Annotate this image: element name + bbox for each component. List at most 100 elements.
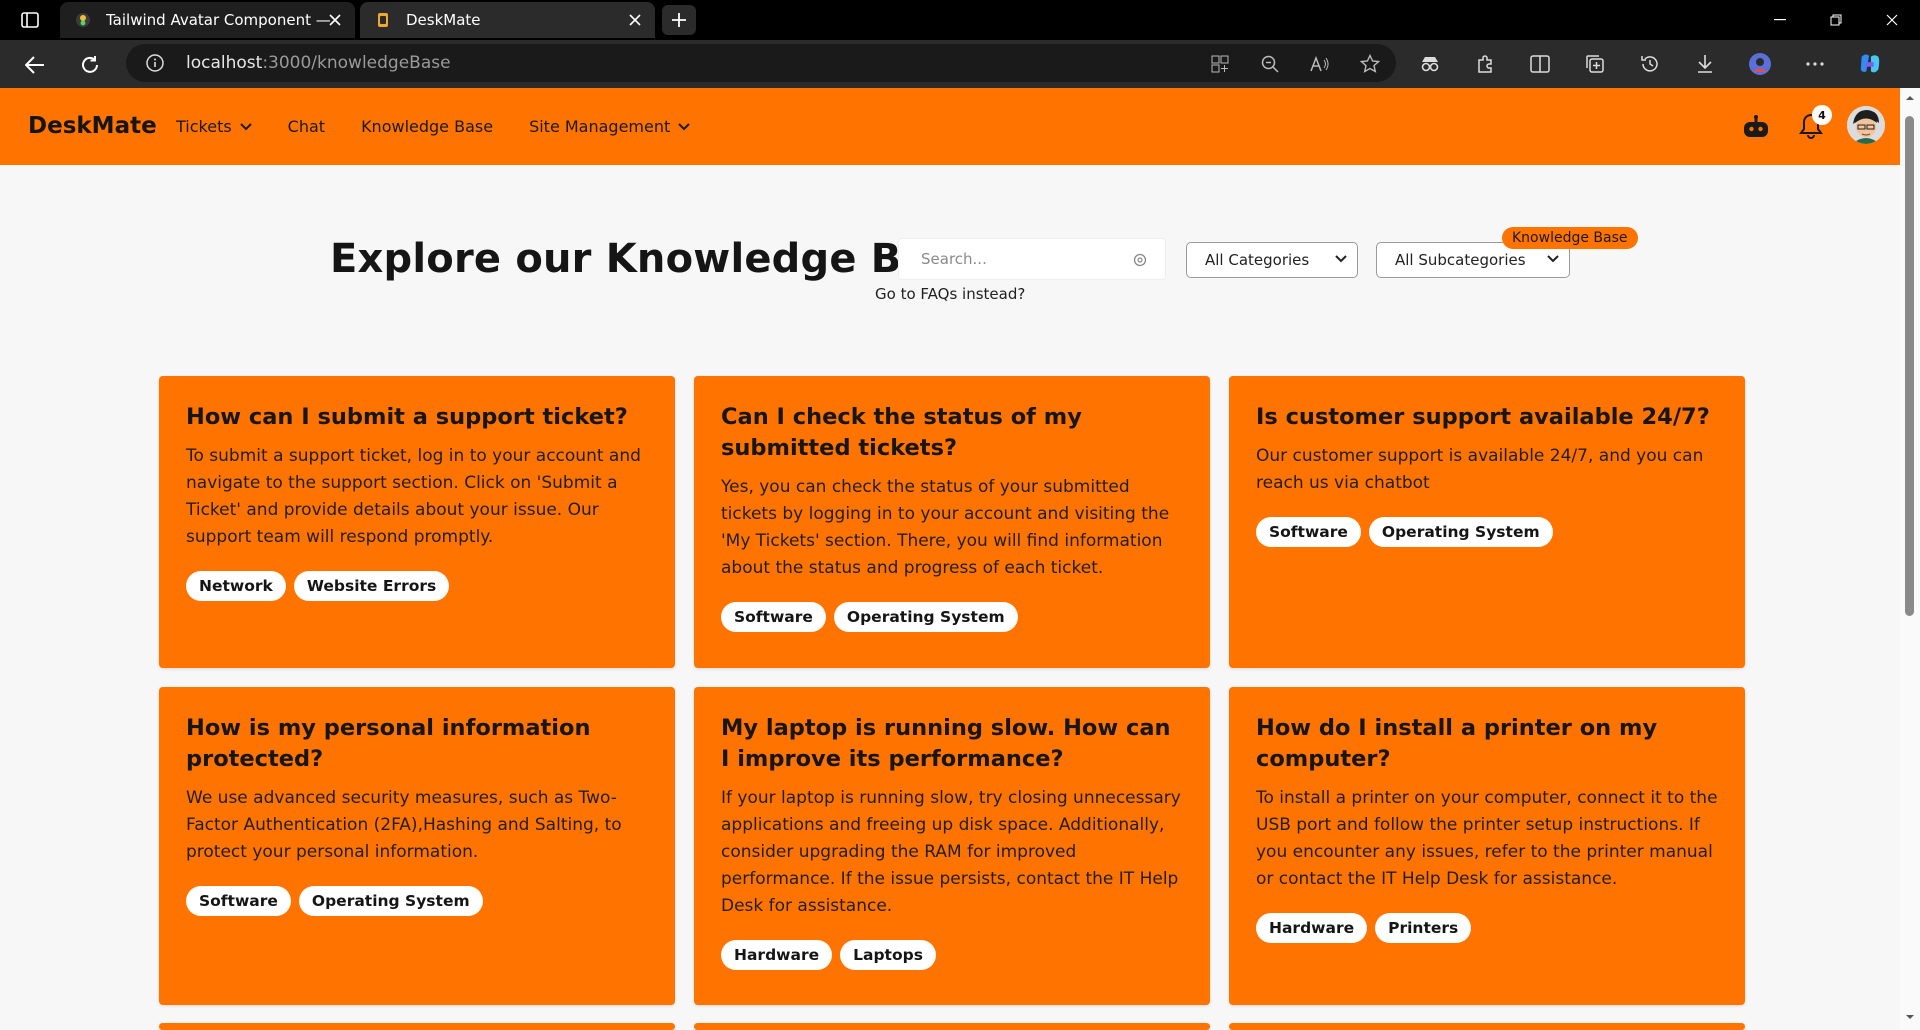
nav-item-site-management[interactable]: Site Management xyxy=(529,117,690,136)
chevron-down-icon xyxy=(678,122,690,130)
card-tags: Network Website Errors xyxy=(186,571,649,601)
tag-pill[interactable]: Software xyxy=(1256,517,1361,547)
close-window-icon[interactable] xyxy=(1864,0,1920,40)
faq-link[interactable]: Go to FAQs instead? xyxy=(875,285,1025,303)
close-tab-icon[interactable] xyxy=(325,10,345,30)
user-avatar[interactable] xyxy=(1847,106,1885,144)
page-title: Explore our Knowledge Base xyxy=(330,236,981,282)
tab-title: Tailwind Avatar Component — Tailwind xyxy=(106,11,331,29)
card-body: We use advanced security measures, such … xyxy=(186,788,622,862)
scrollbar-thumb[interactable] xyxy=(1905,116,1914,616)
nav-label: Knowledge Base xyxy=(361,117,494,136)
more-options-icon[interactable] xyxy=(1803,53,1827,75)
tag-pill[interactable]: Hardware xyxy=(721,940,833,970)
subcategory-select-value: All Subcategories xyxy=(1395,251,1526,269)
card-title: Can I check the status of my submitted t… xyxy=(721,404,1082,461)
read-aloud-icon[interactable] xyxy=(1308,53,1332,75)
card-tags: Software Operating System xyxy=(1256,517,1719,547)
tag-pill[interactable]: Laptops xyxy=(840,940,936,970)
card-body: Yes, you can check the status of your su… xyxy=(721,477,1170,578)
nav-item-chat[interactable]: Chat xyxy=(288,117,325,136)
tag-pill[interactable]: Hardware xyxy=(1256,913,1368,943)
copilot-icon[interactable] xyxy=(1858,53,1882,75)
app-available-icon[interactable] xyxy=(1208,53,1232,75)
tag-pill[interactable]: Website Errors xyxy=(293,571,450,601)
zoom-out-icon[interactable] xyxy=(1258,53,1282,75)
tag-pill[interactable]: Operating System xyxy=(833,602,1018,632)
url-bar[interactable]: localhost:3000/knowledgeBase xyxy=(126,44,1396,82)
plus-icon xyxy=(672,13,686,27)
kb-card[interactable]: How is my personal information protected… xyxy=(159,687,675,1005)
chevron-down-icon xyxy=(1335,255,1347,263)
nav-label: Site Management xyxy=(529,117,671,136)
history-icon[interactable] xyxy=(1638,53,1662,75)
back-arrow-icon[interactable] xyxy=(22,52,48,78)
new-tab-button[interactable] xyxy=(662,5,696,35)
search-icon[interactable] xyxy=(1133,253,1147,267)
kb-card-partial[interactable] xyxy=(694,1023,1210,1030)
category-select-value: All Categories xyxy=(1205,251,1310,269)
collections-icon[interactable] xyxy=(1583,53,1607,75)
downloads-icon[interactable] xyxy=(1693,53,1717,75)
profile-avatar-icon[interactable] xyxy=(1748,53,1772,75)
nav-label: Chat xyxy=(287,117,326,136)
site-info-icon[interactable] xyxy=(146,54,164,72)
window-controls xyxy=(1752,0,1920,40)
card-tags: Software Operating System xyxy=(186,886,649,916)
chevron-down-icon xyxy=(1547,255,1559,263)
scroll-up-icon[interactable] xyxy=(1905,93,1915,103)
url-text[interactable]: localhost:3000/knowledgeBase xyxy=(186,53,451,73)
url-host: localhost xyxy=(186,53,263,73)
tag-pill[interactable]: Software xyxy=(721,602,826,632)
extensions-puzzle-icon[interactable] xyxy=(1473,53,1497,75)
card-tags: Hardware Laptops xyxy=(721,940,1184,970)
browser-tab-deskmate[interactable]: DeskMate xyxy=(360,2,655,38)
chatbot-icon[interactable] xyxy=(1742,115,1770,139)
restore-icon[interactable] xyxy=(1808,0,1864,40)
incognito-extension-icon[interactable] xyxy=(1418,53,1442,75)
card-body: To install a printer on your computer, c… xyxy=(1256,788,1718,889)
card-body: Our customer support is available 24/7, … xyxy=(1256,446,1704,493)
kb-card[interactable]: Can I check the status of my submitted t… xyxy=(694,376,1210,668)
brand-logo[interactable]: DeskMate xyxy=(28,113,157,139)
kb-card[interactable]: Is customer support available 24/7? Our … xyxy=(1229,376,1745,668)
kb-card-partial[interactable] xyxy=(159,1023,675,1030)
app-navbar: DeskMate Tickets Chat Knowledge Base Sit… xyxy=(0,88,1900,165)
minimize-icon[interactable] xyxy=(1752,0,1808,40)
browser-tab-tailwind[interactable]: Tailwind Avatar Component — Tailwind xyxy=(60,2,355,38)
nav-label: Tickets xyxy=(176,117,232,136)
url-path: :3000/knowledgeBase xyxy=(262,53,451,73)
tag-pill[interactable]: Operating System xyxy=(298,886,483,916)
sidebar-toggle-icon[interactable] xyxy=(16,9,44,31)
split-screen-icon[interactable] xyxy=(1528,53,1552,75)
kb-card[interactable]: How do I install a printer on my compute… xyxy=(1229,687,1745,1005)
card-title: How do I install a printer on my compute… xyxy=(1256,715,1658,772)
favorite-star-icon[interactable] xyxy=(1358,53,1382,75)
search-input[interactable] xyxy=(919,249,1123,269)
tag-pill[interactable]: Software xyxy=(186,886,291,916)
tag-pill[interactable]: Network xyxy=(186,571,286,601)
kb-card[interactable]: My laptop is running slow. How can I imp… xyxy=(694,687,1210,1005)
category-select[interactable]: All Categories xyxy=(1186,242,1358,278)
refresh-icon[interactable] xyxy=(77,52,103,78)
tab-title: DeskMate xyxy=(406,11,481,29)
card-body: To submit a support ticket, log in to yo… xyxy=(186,446,641,547)
nav-item-tickets[interactable]: Tickets xyxy=(176,117,252,136)
nav-item-knowledge-base[interactable]: Knowledge Base xyxy=(361,117,493,136)
avatar-illustration-icon xyxy=(1847,106,1885,144)
deskmate-favicon-icon xyxy=(374,11,392,29)
tag-pill[interactable]: Printers xyxy=(1375,913,1472,943)
card-title: How can I submit a support ticket? xyxy=(186,404,628,430)
scroll-down-icon[interactable] xyxy=(1905,1012,1915,1022)
chevron-down-icon xyxy=(239,122,252,130)
page-scrollbar[interactable] xyxy=(1900,88,1920,1030)
tailwind-favicon-icon xyxy=(74,11,92,29)
kb-card-partial[interactable] xyxy=(1229,1023,1745,1030)
card-tags: Hardware Printers xyxy=(1256,913,1719,943)
card-tags: Software Operating System xyxy=(721,602,1184,632)
close-tab-icon[interactable] xyxy=(625,10,645,30)
card-title: How is my personal information protected… xyxy=(186,715,591,772)
kb-card[interactable]: How can I submit a support ticket? To su… xyxy=(159,376,675,668)
search-box[interactable] xyxy=(898,238,1166,280)
tag-pill[interactable]: Operating System xyxy=(1368,517,1553,547)
